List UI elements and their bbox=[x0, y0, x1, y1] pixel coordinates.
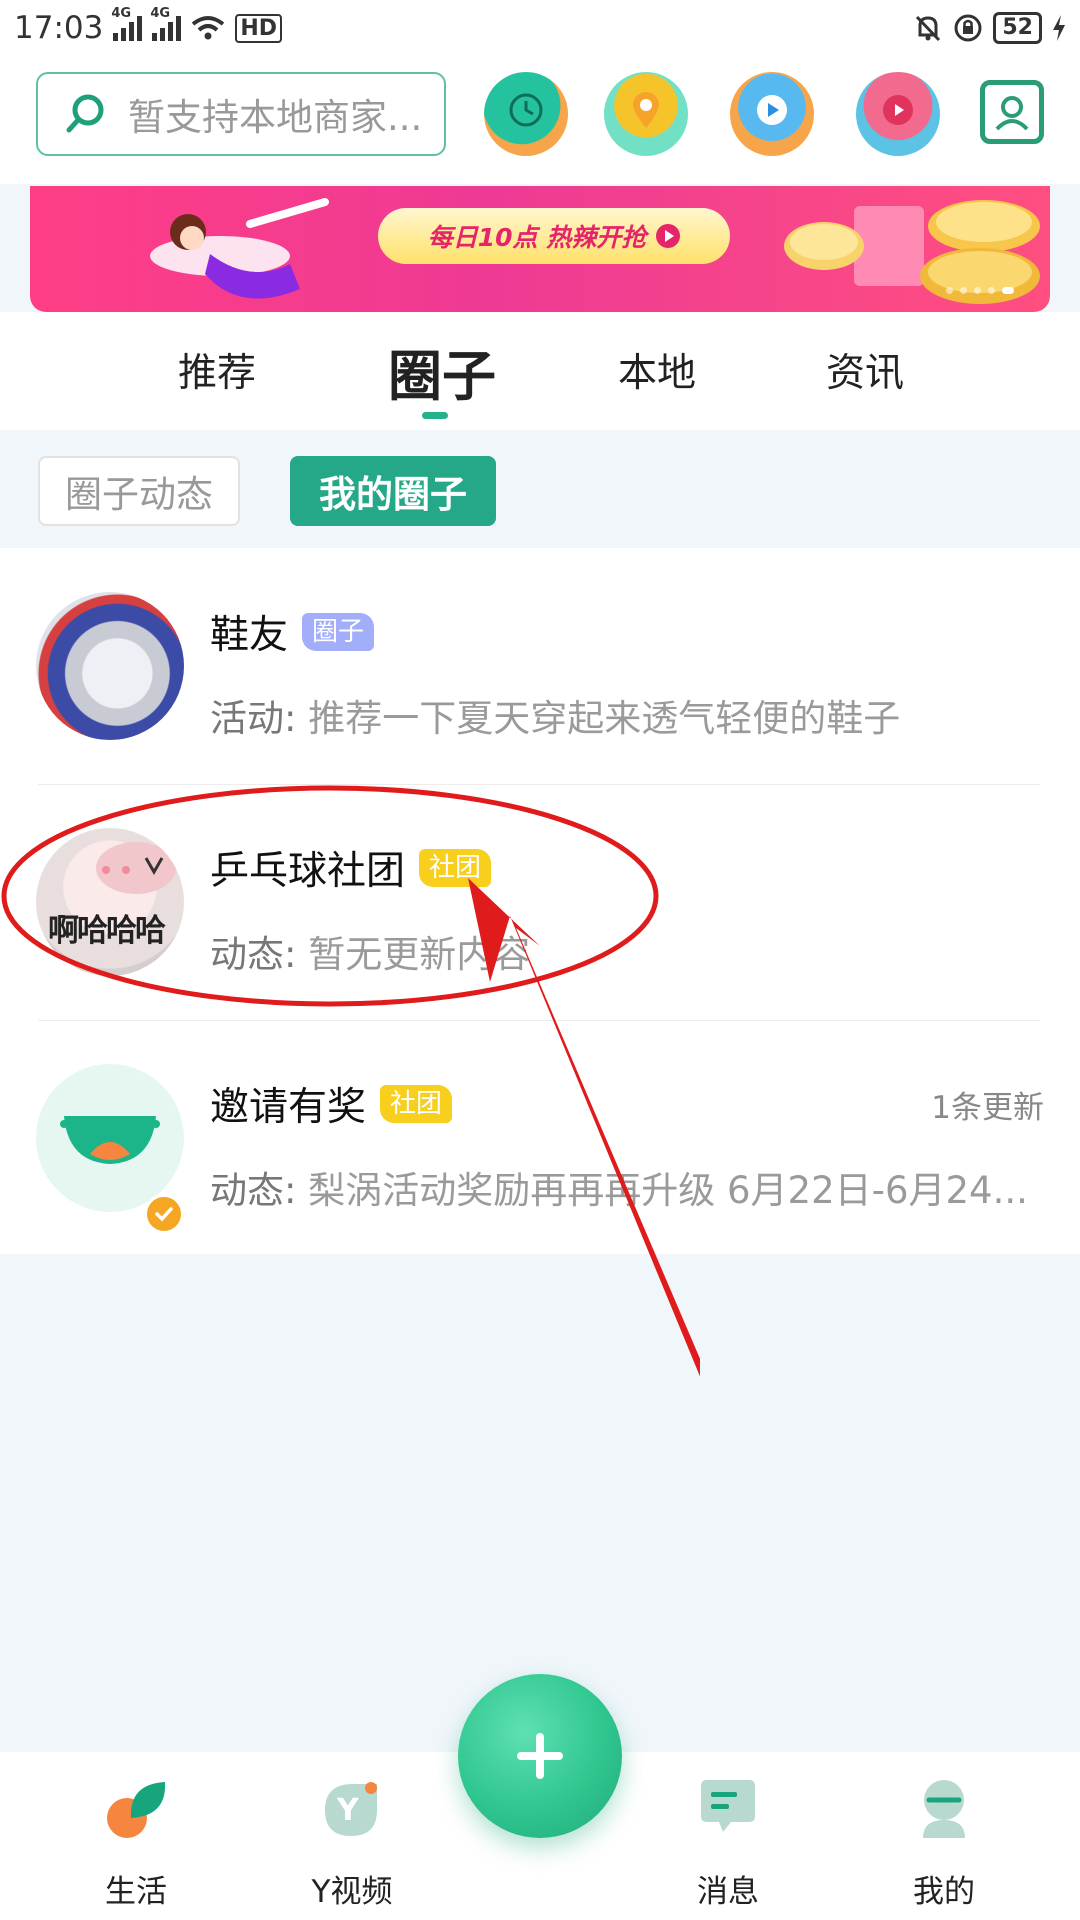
circle-tag: 社团 bbox=[419, 849, 492, 887]
status-time: 17:03 bbox=[14, 10, 104, 46]
lock-rotation-icon bbox=[954, 14, 982, 42]
charging-icon bbox=[1053, 15, 1065, 41]
circle-name: 鞋友 bbox=[210, 613, 289, 658]
summary-label: 动态: bbox=[210, 933, 297, 976]
item-summary-row: 动态: 梨涡活动奖励再再再升级 6月22日-6月24... bbox=[210, 1160, 1028, 1214]
circle-tag: 圈子 bbox=[302, 613, 375, 651]
tab-recommend[interactable]: 推荐 bbox=[178, 342, 256, 398]
avatar bbox=[36, 1064, 184, 1212]
avatar-caption: 啊哈哈哈 bbox=[48, 913, 166, 949]
summary-text: 梨涡活动奖励再再再升级 6月22日-6月24... bbox=[308, 1169, 1028, 1212]
location-pin-icon[interactable] bbox=[604, 72, 688, 156]
y-video-icon: Y bbox=[325, 1782, 377, 1836]
avatar bbox=[36, 592, 184, 740]
svg-text:Y: Y bbox=[336, 1793, 360, 1828]
list-item[interactable]: 邀请有奖 社团 1条更新 动态: 梨涡活动奖励再再再升级 6月22日-6月24.… bbox=[0, 1020, 1080, 1256]
verified-icon bbox=[144, 1194, 184, 1234]
profile-icon bbox=[923, 1780, 965, 1838]
circle-name: 邀请有奖 bbox=[210, 1085, 367, 1130]
search-icon bbox=[66, 94, 104, 133]
summary-text: 推荐一下夏天穿起来透气轻便的鞋子 bbox=[308, 697, 901, 740]
nav-profile[interactable]: 我的 bbox=[864, 1776, 1024, 1911]
nav-label: 我的 bbox=[913, 1874, 975, 1910]
bowl-logo-icon bbox=[60, 1116, 160, 1164]
tab-my-circles[interactable]: 我的圈子 bbox=[290, 456, 496, 526]
list-item[interactable]: 啊哈哈哈 乒乓球社团 社团 动态: 暂无更新内容 bbox=[0, 784, 1080, 1020]
item-summary-row: 活动: 推荐一下夏天穿起来透气轻便的鞋子 bbox=[210, 688, 900, 742]
music-disc-icon[interactable] bbox=[856, 72, 940, 156]
tab-local[interactable]: 本地 bbox=[618, 342, 696, 398]
summary-label: 活动: bbox=[210, 697, 297, 740]
tab-circle-feed[interactable]: 圈子动态 bbox=[38, 456, 240, 526]
item-summary-row: 动态: 暂无更新内容 bbox=[210, 924, 530, 978]
circle-tag: 社团 bbox=[380, 1085, 453, 1123]
header: 暂支持本地商家... bbox=[0, 56, 1080, 184]
clock-icon[interactable] bbox=[484, 72, 568, 156]
tab-news[interactable]: 资讯 bbox=[826, 342, 904, 398]
search-input[interactable]: 暂支持本地商家... bbox=[36, 72, 446, 156]
play-icon bbox=[656, 224, 681, 248]
summary-text: 暂无更新内容 bbox=[308, 933, 531, 976]
circle-name: 乒乓球社团 bbox=[210, 849, 406, 894]
avatar: 啊哈哈哈 bbox=[36, 828, 184, 976]
search-placeholder: 暂支持本地商家... bbox=[128, 96, 423, 139]
wifi-icon bbox=[192, 16, 225, 40]
promo-pill[interactable]: 每日10点 热辣开抢 bbox=[378, 208, 730, 264]
item-title-row: 邀请有奖 社团 bbox=[210, 1076, 453, 1132]
cartoon-face bbox=[96, 842, 176, 894]
play-icon[interactable] bbox=[730, 72, 814, 156]
banner-illustration bbox=[150, 198, 329, 299]
plus-icon bbox=[517, 1733, 563, 1779]
tab-circles[interactable]: 圈子 bbox=[388, 332, 496, 411]
status-bar: 17:03 4G 4G HD 52 bbox=[0, 0, 1080, 56]
nav-label: 消息 bbox=[697, 1874, 759, 1910]
profile-card-icon[interactable] bbox=[980, 80, 1044, 144]
message-bubble-icon bbox=[701, 1780, 755, 1832]
sub-tabs: 圈子动态 我的圈子 bbox=[0, 430, 1080, 548]
nav-label: Y视频 bbox=[311, 1874, 393, 1910]
active-tab-indicator bbox=[422, 412, 448, 419]
summary-label: 动态: bbox=[210, 1169, 297, 1212]
promo-text: 每日10点 热辣开抢 bbox=[427, 223, 647, 252]
signal-icon: 4G bbox=[150, 6, 182, 41]
promo-banner[interactable]: 每日10点 热辣开抢 bbox=[30, 186, 1050, 312]
carousel-indicator bbox=[946, 287, 1014, 294]
main-tabs: 推荐 圈子 本地 资讯 bbox=[0, 312, 1080, 430]
hd-voice-icon: HD bbox=[235, 13, 283, 43]
list-item[interactable]: 鞋友 圈子 活动: 推荐一下夏天穿起来透气轻便的鞋子 bbox=[0, 548, 1080, 784]
nav-life[interactable]: 生活 bbox=[56, 1776, 216, 1911]
circle-list: 鞋友 圈子 活动: 推荐一下夏天穿起来透气轻便的鞋子 啊哈哈哈 乒乓球社团 社团… bbox=[0, 548, 1080, 1254]
item-title-row: 乒乓球社团 社团 bbox=[210, 840, 492, 896]
signal-icon: 4G bbox=[111, 6, 143, 41]
nav-messages[interactable]: 消息 bbox=[648, 1776, 808, 1911]
update-count: 1条更新 bbox=[931, 1090, 1044, 1126]
bell-off-icon bbox=[916, 15, 941, 42]
item-title-row: 鞋友 圈子 bbox=[210, 604, 375, 660]
life-leaf-icon bbox=[107, 1782, 166, 1838]
nav-label: 生活 bbox=[105, 1874, 167, 1910]
add-post-button[interactable] bbox=[458, 1674, 622, 1838]
nav-y-video[interactable]: Y Y视频 bbox=[272, 1776, 432, 1911]
battery-icon: 52 bbox=[993, 12, 1042, 44]
